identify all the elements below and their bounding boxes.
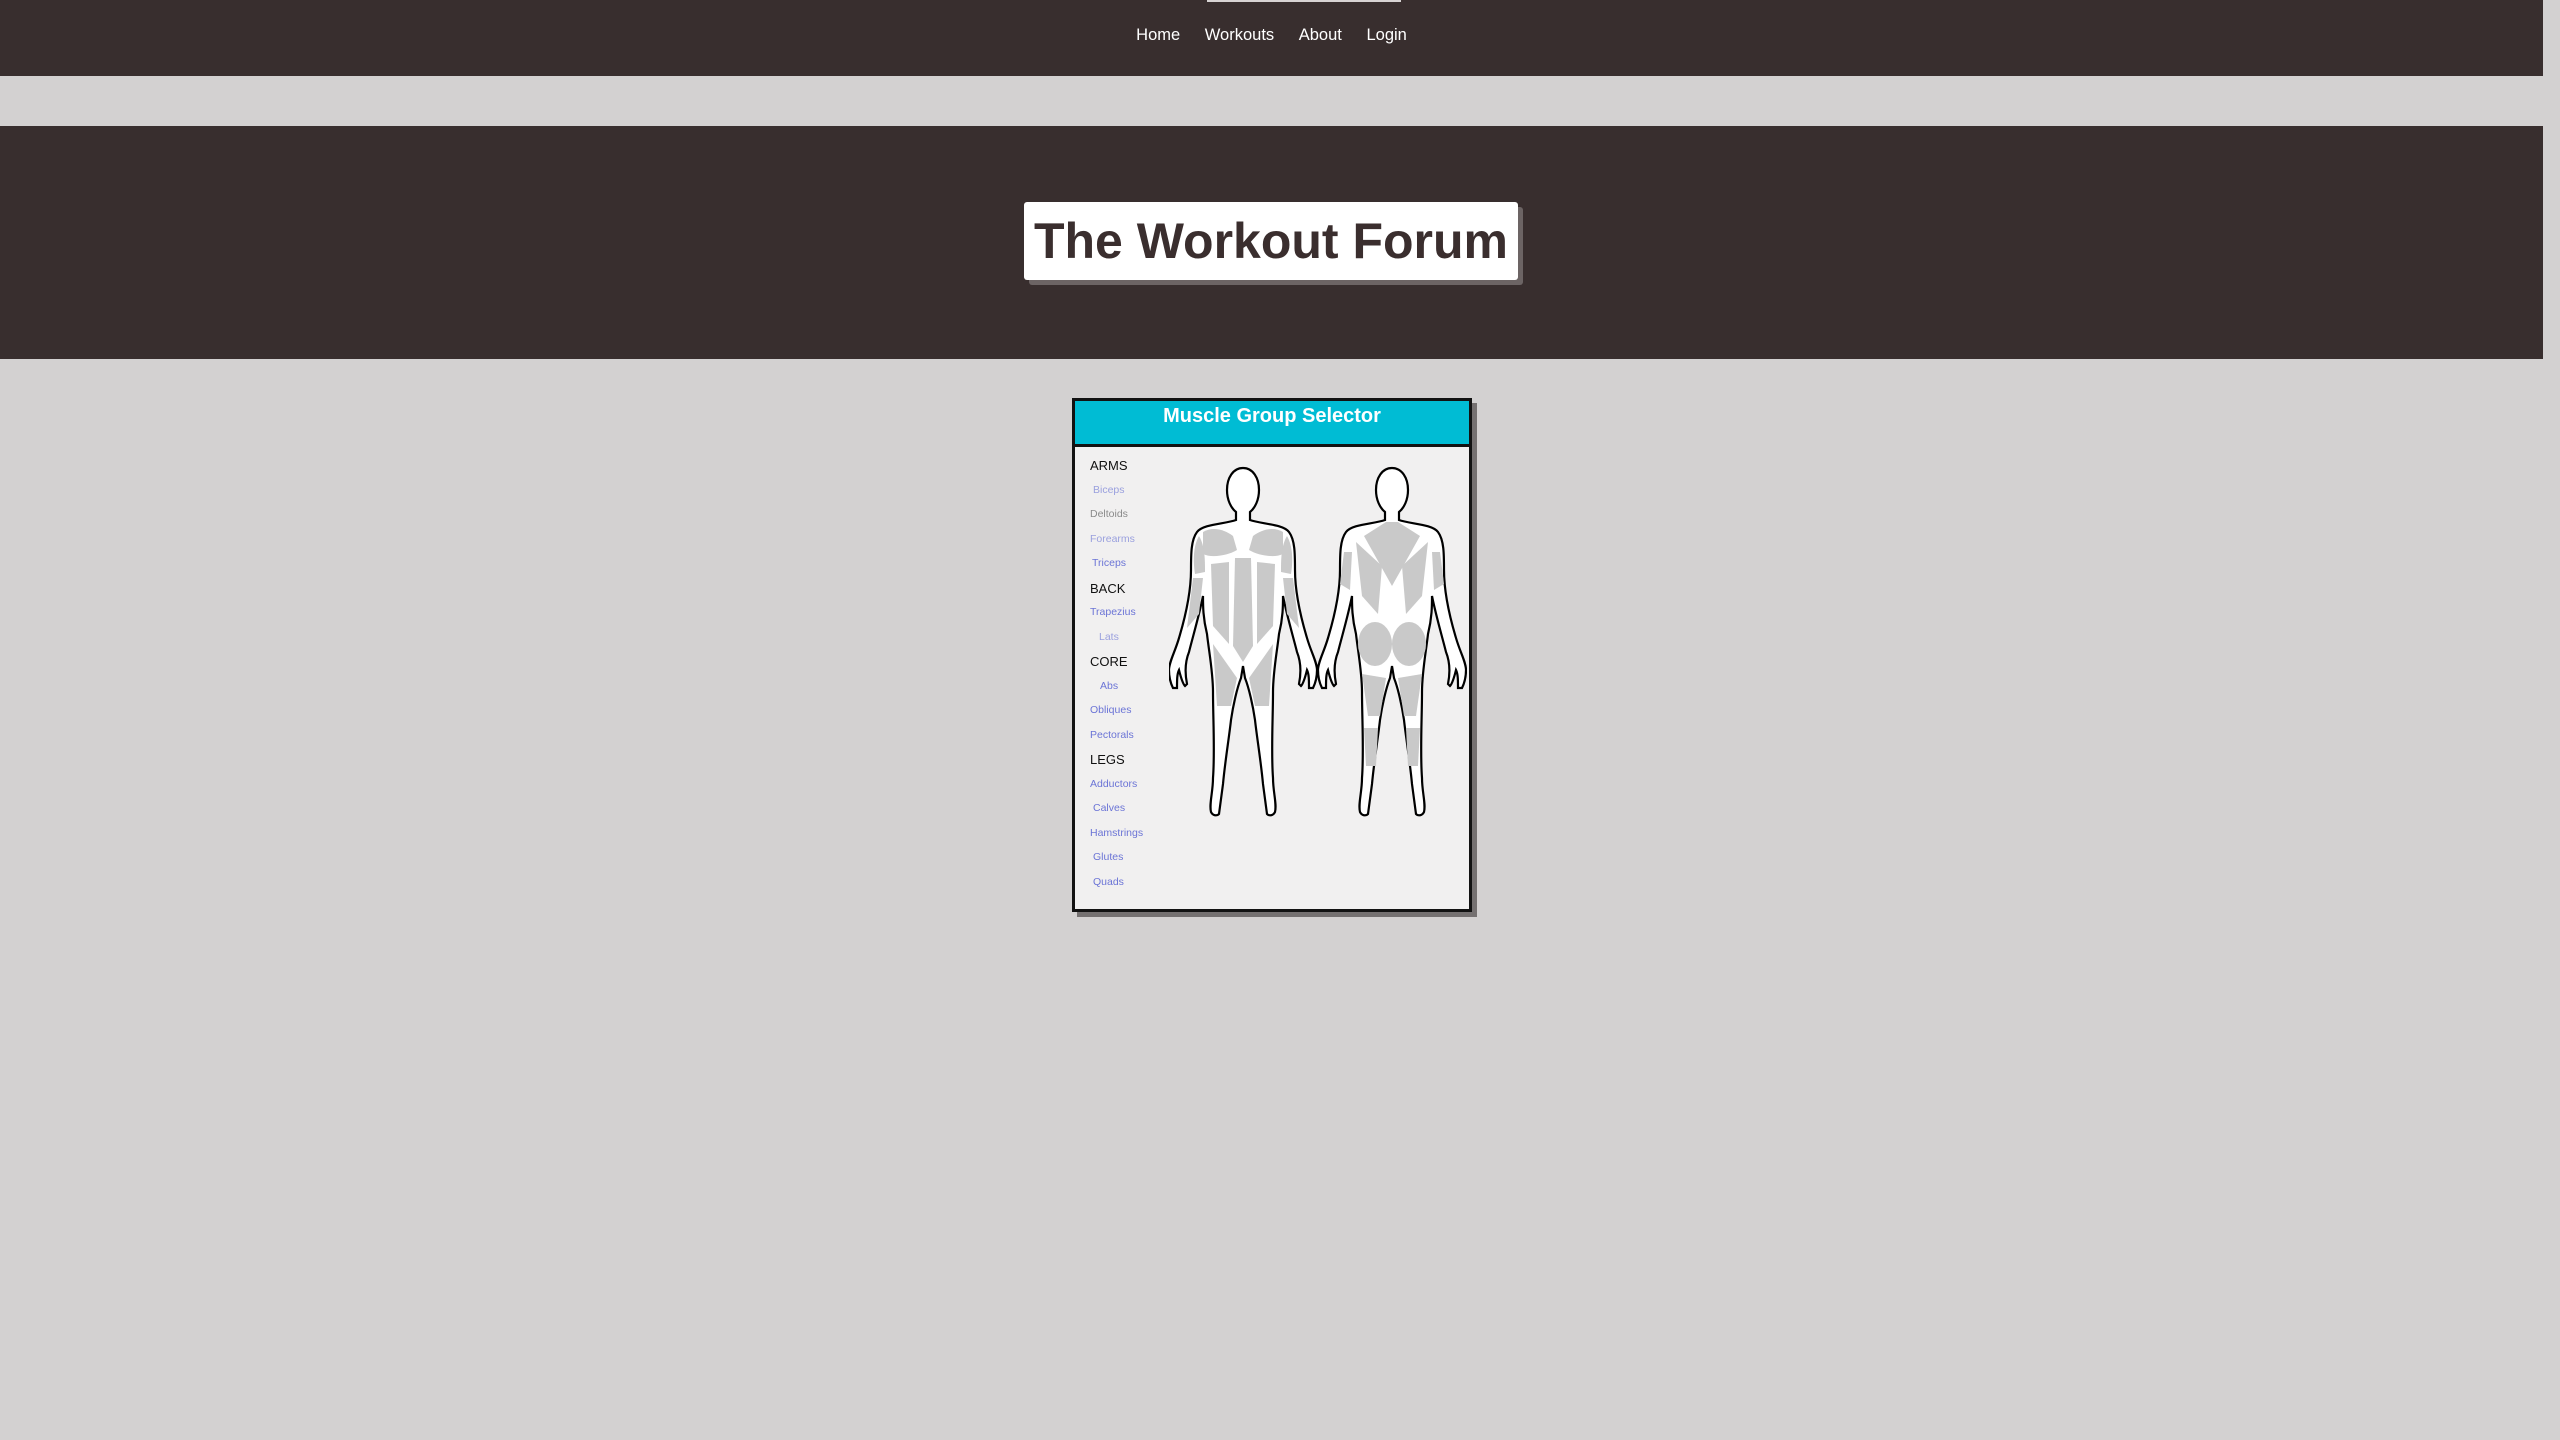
nav-home-link[interactable]: Home xyxy=(1136,26,1180,45)
nav-workouts-link[interactable]: Workouts xyxy=(1205,26,1274,45)
nav-accent-line xyxy=(1207,0,1401,2)
muscle-link-adductors[interactable]: Adductors xyxy=(1090,778,1165,803)
muscle-link-quads[interactable]: Quads xyxy=(1090,876,1165,901)
muscle-list: ARMS Biceps Deltoids Forearms Triceps BA… xyxy=(1090,459,1165,900)
nav-about-link[interactable]: About xyxy=(1299,26,1342,45)
group-back-label: BACK xyxy=(1090,580,1126,596)
muscle-link-hamstrings[interactable]: Hamstrings xyxy=(1090,827,1165,852)
site-title-card: The Workout Forum xyxy=(1024,202,1518,280)
spacer-band xyxy=(0,76,2543,126)
group-legs-label: LEGS xyxy=(1090,752,1125,767)
selector-header: Muscle Group Selector xyxy=(1075,401,1469,447)
back-body-figure[interactable] xyxy=(1316,466,1467,817)
group-arms-label: ARMS xyxy=(1090,458,1128,473)
muscle-link-calves[interactable]: Calves xyxy=(1090,802,1165,827)
nav-links: Home Workouts About Login xyxy=(0,26,2543,45)
muscle-link-trapezius[interactable]: Trapezius xyxy=(1090,606,1165,631)
muscle-link-biceps[interactable]: Biceps xyxy=(1090,484,1165,509)
muscle-link-lats[interactable]: Lats xyxy=(1090,631,1165,656)
muscle-link-glutes[interactable]: Glutes xyxy=(1090,851,1165,876)
muscle-link-pectorals[interactable]: Pectorals xyxy=(1090,729,1165,754)
muscle-link-triceps[interactable]: Triceps xyxy=(1090,557,1165,582)
muscle-link-obliques[interactable]: Obliques xyxy=(1090,704,1165,729)
nav-login-link[interactable]: Login xyxy=(1366,26,1406,45)
body-diagram[interactable] xyxy=(1169,466,1467,826)
front-body-figure[interactable] xyxy=(1169,466,1319,817)
muscle-group-selector: Muscle Group Selector ARMS Biceps Deltoi… xyxy=(1072,398,1472,912)
muscle-link-forearms[interactable]: Forearms xyxy=(1090,533,1165,558)
muscle-link-deltoids[interactable]: Deltoids xyxy=(1090,508,1165,533)
group-core-label: CORE xyxy=(1090,654,1128,669)
hero-banner: The Workout Forum xyxy=(0,126,2543,359)
top-navigation-bar: Home Workouts About Login xyxy=(0,0,2543,76)
muscle-link-abs[interactable]: Abs xyxy=(1090,680,1165,705)
site-title: The Workout Forum xyxy=(1033,213,1509,269)
